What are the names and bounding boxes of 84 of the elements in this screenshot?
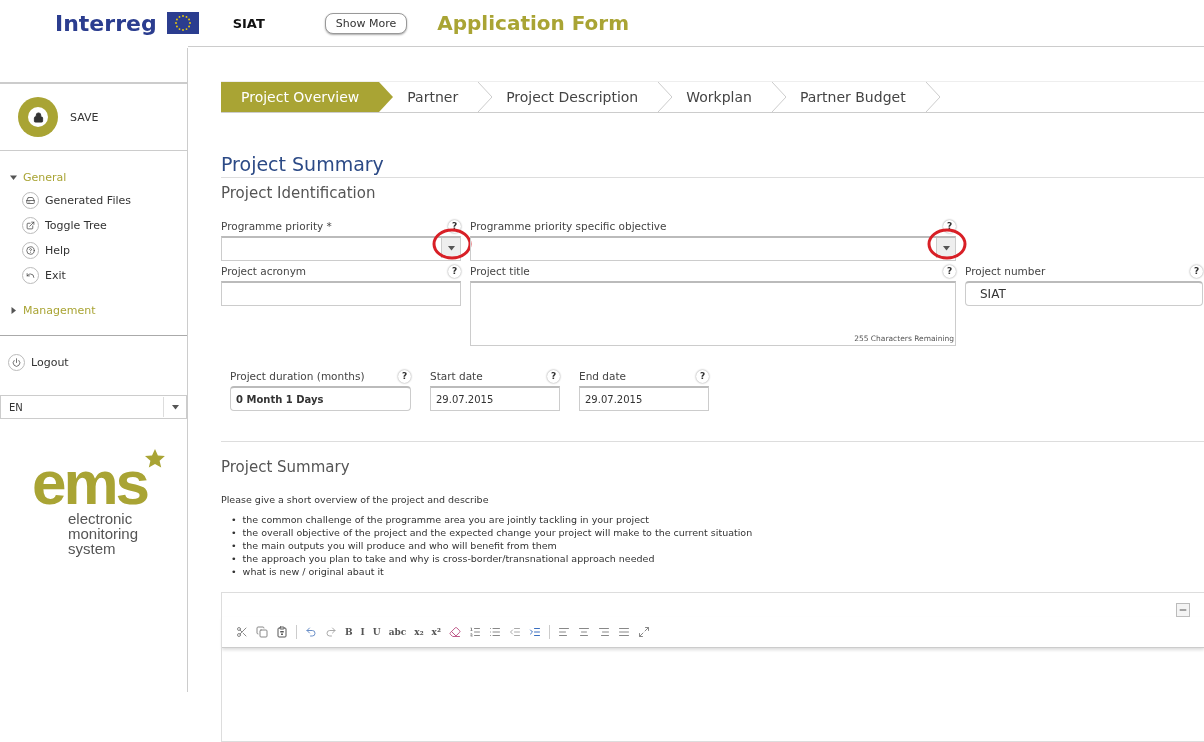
field-label: Project number (965, 265, 1046, 277)
field-label: Project acronym (221, 265, 307, 277)
bullet-marker: • (231, 552, 237, 565)
outdent-icon[interactable] (508, 626, 521, 638)
logo-text: electronic (68, 510, 133, 526)
show-more-button[interactable]: Show More (324, 12, 408, 34)
align-left-icon[interactable] (557, 626, 570, 638)
format-button[interactable]: B (345, 627, 353, 637)
maximize-icon[interactable] (637, 626, 650, 638)
input-field[interactable]: 29.07.2015 (579, 386, 709, 411)
chevron-icon (379, 82, 394, 112)
page-title: Application Form (437, 11, 630, 35)
indent-icon[interactable] (528, 626, 541, 638)
bullet-item: the main outputs you will produce and who will benefit from them (242, 539, 557, 552)
eraser-icon[interactable] (448, 626, 461, 638)
logo-mark: ems (32, 455, 148, 511)
input-field[interactable] (221, 281, 461, 306)
caret-icon (447, 245, 455, 251)
undo-icon[interactable] (305, 626, 317, 638)
input-field[interactable]: SIAT (965, 281, 1203, 306)
save-icon[interactable] (18, 97, 58, 137)
menu-item[interactable]: Toggle Tree (22, 217, 187, 234)
format-button[interactable]: I (360, 627, 365, 637)
paste-icon[interactable] (276, 626, 288, 638)
subsection-title: Project Identification (221, 184, 377, 202)
field-label: Programme priority specific objective (470, 220, 667, 232)
align-center-icon[interactable] (577, 626, 590, 638)
bullet-list-icon[interactable] (488, 626, 501, 638)
instructions: Please give a short overview of the project and describe (221, 494, 490, 505)
logo-text: system (68, 540, 116, 556)
chevron-icon (478, 82, 493, 112)
subsection-title: Project Summary (221, 458, 351, 476)
copy-icon[interactable] (256, 626, 268, 638)
field-label: Start date (430, 370, 483, 382)
bullet-marker: • (231, 526, 237, 539)
logo-text: monitoring (68, 525, 139, 541)
format-button[interactable]: abc (388, 627, 407, 637)
align-justify-icon[interactable] (617, 626, 630, 638)
collapse-button[interactable] (1176, 603, 1190, 617)
brand-logo: Interreg (55, 10, 157, 36)
menu-item[interactable]: Help (22, 242, 187, 259)
caret-icon (171, 404, 179, 410)
chevron-icon (658, 82, 673, 112)
help-icon[interactable]: ? (398, 369, 411, 383)
objective-select[interactable] (470, 236, 956, 261)
redo-icon[interactable] (325, 626, 337, 638)
align-right-icon[interactable] (597, 626, 610, 638)
bullet-marker: • (231, 565, 237, 578)
field-label: Project duration (months) (230, 370, 365, 382)
section-title: Project Summary (221, 153, 1204, 178)
input-field[interactable]: 29.07.2015 (430, 386, 560, 411)
bullet-item: the common challenge of the programme area you are jointly tackling in your project (242, 513, 649, 526)
field-label: Programme priority * (221, 220, 332, 232)
chevron-icon (771, 82, 786, 112)
flag-icon (166, 12, 199, 34)
caret-icon (10, 174, 17, 181)
menu-item[interactable]: Exit (22, 267, 187, 284)
bullet-item: the overall objective of the project and the expected change your project will make to the current situation (242, 526, 753, 539)
language-select[interactable]: EN (0, 395, 187, 419)
menu-item[interactable]: Generated Files (22, 192, 187, 209)
project-name: SIAT (232, 15, 265, 31)
format-button[interactable]: x² (431, 627, 441, 637)
help-icon[interactable]: ? (696, 369, 709, 383)
help-icon[interactable]: ? (547, 369, 560, 383)
caret-icon (10, 307, 17, 314)
bullet-marker: • (231, 539, 237, 552)
bullet-item: what is new / original abaut it (242, 565, 384, 578)
logout-button[interactable]: Logout (8, 354, 187, 371)
chevron-icon (925, 82, 940, 112)
field-label: End date (579, 370, 626, 382)
scissors-icon[interactable] (236, 626, 248, 638)
input-field[interactable]: 0 Month 1 Days (230, 386, 411, 411)
help-icon[interactable]: ? (448, 264, 461, 278)
numbered-list-icon[interactable] (468, 626, 481, 638)
format-button[interactable]: x₂ (414, 627, 424, 637)
format-button[interactable]: U (372, 627, 381, 637)
bullet-marker: • (231, 513, 237, 526)
star-icon (145, 449, 166, 469)
field-label: Project title (470, 265, 530, 277)
help-icon[interactable]: ? (1190, 264, 1203, 278)
priority-select[interactable] (221, 236, 461, 261)
help-icon[interactable]: ? (943, 264, 956, 278)
caret-icon (942, 245, 950, 251)
bullet-item: the approach you plan to take and why is cross-border/transnational approach needed (242, 552, 655, 565)
